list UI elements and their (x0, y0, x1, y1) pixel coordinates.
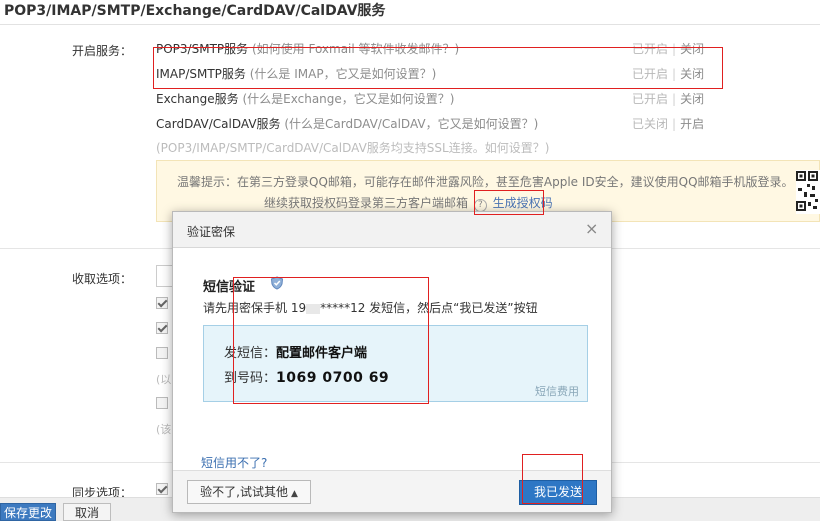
tip-line-1: 温馨提示：在第三方登录QQ邮箱，可能存在邮件泄露风险，甚至危害Apple ID安… (177, 175, 794, 189)
instruction-prefix: 请先用密保手机 19 (203, 301, 307, 315)
status-text: 已开启 (632, 67, 669, 81)
sms-content-line: 发短信：配置邮件客户端 (224, 342, 367, 361)
status-pop3: 已开启 | 关闭 (632, 40, 704, 57)
status-text: 已开启 (632, 42, 669, 56)
sms-number-line: 到号码：1069 0700 69 (224, 367, 389, 386)
status-text: 已开启 (632, 92, 669, 106)
qr-code-icon[interactable] (796, 170, 820, 214)
tip-line-2: 继续获取授权码登录第三方客户端邮箱 ? 生成授权码 (264, 194, 553, 212)
save-button[interactable]: 保存更改 (0, 503, 56, 521)
service-help-link[interactable]: (什么是Exchange，它又是如何设置？) (242, 92, 454, 106)
service-carddav: CardDAV/CalDAV服务 (什么是CardDAV/CalDAV，它又是如… (156, 115, 538, 132)
status-exchange: 已开启 | 关闭 (632, 90, 704, 107)
verify-dialog: 验证密保 × 短信验证 请先用密保手机 19 *****12 发短信，然后点“我已… (172, 211, 612, 513)
receive-checkbox[interactable] (156, 297, 168, 309)
try-other-label: 验不了,试试其他 (200, 485, 288, 499)
try-other-button[interactable]: 验不了,试试其他 ▲ (187, 480, 311, 504)
dialog-title: 验证密保 (187, 225, 236, 239)
service-pop3: POP3/SMTP服务 (如何使用 Foxmail 等软件收发邮件？) (156, 40, 459, 57)
to-label: 到号码： (224, 371, 277, 386)
receive-note: (以 (156, 373, 172, 386)
send-label: 发短信： (224, 346, 277, 361)
generate-code-link[interactable]: 生成授权码 (493, 196, 553, 210)
service-help-link[interactable]: (什么是 IMAP，它又是如何设置？) (250, 67, 437, 81)
sync-checkbox[interactable] (156, 483, 168, 495)
service-imap: IMAP/SMTP服务 (什么是 IMAP，它又是如何设置？) (156, 65, 436, 82)
dialog-footer: 验不了,试试其他 ▲ 我已发送 (173, 470, 611, 512)
receive-checkbox[interactable] (156, 322, 168, 334)
shield-icon (270, 276, 284, 290)
sms-content: 配置邮件客户端 (276, 346, 368, 361)
service-help-link[interactable]: (如何使用 Foxmail 等软件收发邮件？) (252, 42, 459, 56)
status-separator: | (672, 67, 677, 81)
i-have-sent-button[interactable]: 我已发送 (519, 480, 597, 505)
sms-fee-link[interactable]: 短信费用 (535, 383, 579, 399)
status-text: 已关闭 (632, 117, 669, 131)
service-name: POP3/SMTP服务 (156, 42, 249, 56)
ssl-note-link[interactable]: (POP3/IMAP/SMTP/CardDAV/CalDAV服务均支持SSL连接… (156, 139, 549, 156)
status-carddav: 已关闭 | 开启 (632, 115, 704, 132)
sms-instruction: 请先用密保手机 19 *****12 发短信，然后点“我已发送”按钮 (203, 299, 538, 316)
sms-number: 1069 0700 69 (276, 370, 390, 386)
toggle-carddav-link[interactable]: 开启 (680, 117, 704, 131)
receive-options-label: 收取选项： (71, 272, 132, 286)
service-name: CardDAV/CalDAV服务 (156, 117, 281, 131)
tip-text: 继续获取授权码登录第三方客户端邮箱 (264, 196, 469, 210)
cancel-button[interactable]: 取消 (63, 503, 111, 521)
sms-unavailable-link[interactable]: 短信用不了? (201, 454, 267, 471)
status-separator: | (672, 92, 677, 106)
service-help-link[interactable]: (什么是CardDAV/CalDAV，它又是如何设置？) (284, 117, 538, 131)
toggle-pop3-link[interactable]: 关闭 (680, 42, 704, 56)
instruction-suffix: *****12 发短信，然后点“我已发送”按钮 (320, 301, 538, 315)
receive-checkbox[interactable] (156, 397, 168, 409)
toggle-exchange-link[interactable]: 关闭 (680, 92, 704, 106)
receive-checkbox[interactable] (156, 347, 168, 359)
sms-verify-title: 短信验证 (203, 280, 256, 295)
services-label: 开启服务： (71, 44, 132, 58)
caret-up-icon: ▲ (290, 489, 298, 499)
service-name: IMAP/SMTP服务 (156, 67, 246, 81)
toggle-imap-link[interactable]: 关闭 (680, 67, 704, 81)
close-icon[interactable]: × (585, 221, 598, 237)
receive-note: (该 (156, 423, 172, 436)
service-name: Exchange服务 (156, 92, 239, 106)
page-title: POP3/IMAP/SMTP/Exchange/CardDAV/CalDAV服务 (4, 3, 386, 19)
status-separator: | (672, 117, 677, 131)
masked-digits (306, 303, 321, 314)
status-imap: 已开启 | 关闭 (632, 65, 704, 82)
title-divider (0, 24, 820, 25)
dialog-header: 验证密保 × (173, 212, 611, 248)
sms-info-box: 发短信：配置邮件客户端 到号码：1069 0700 69 短信费用 (203, 325, 588, 402)
service-exchange: Exchange服务 (什么是Exchange，它又是如何设置？) (156, 90, 454, 107)
status-separator: | (672, 42, 677, 56)
